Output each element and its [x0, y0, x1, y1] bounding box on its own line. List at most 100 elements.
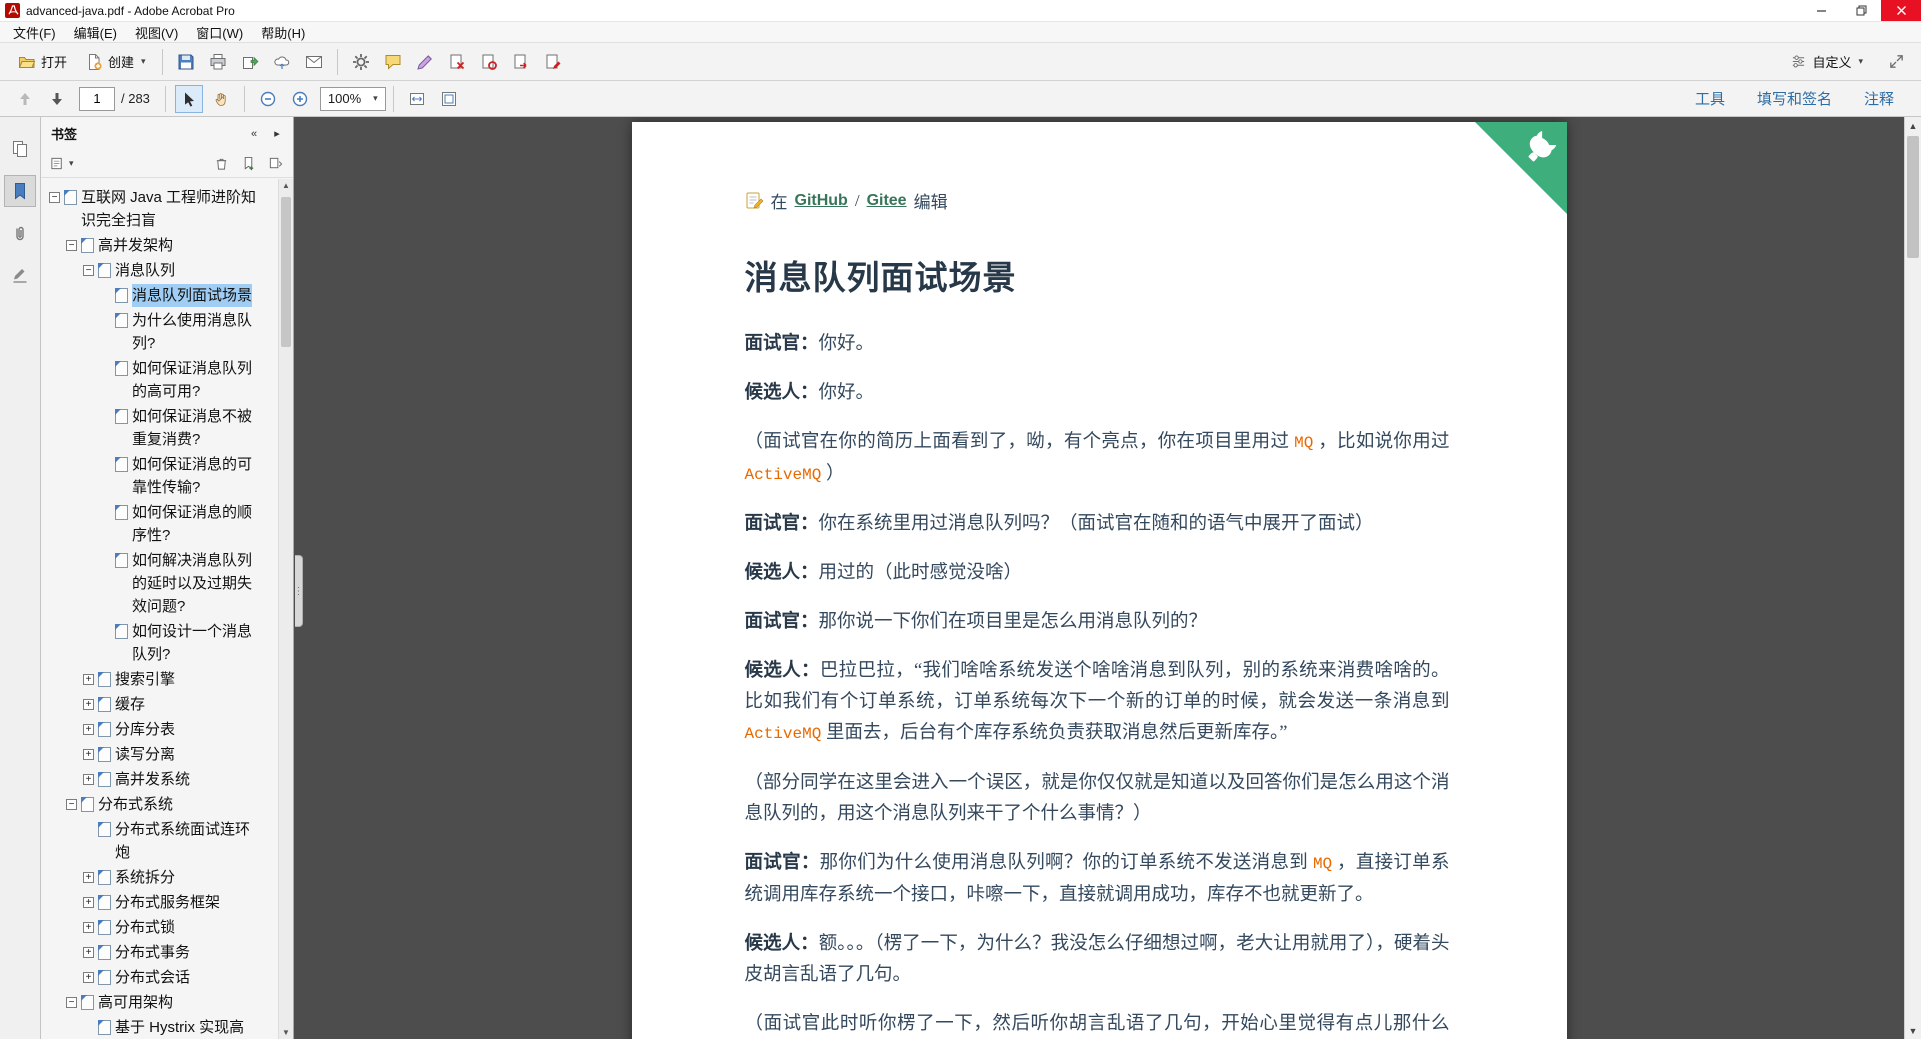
main-scroll-thumb[interactable]: [1907, 136, 1919, 258]
scroll-down-button[interactable]: ▼: [1905, 1022, 1921, 1039]
page-thumbnails-button[interactable]: [4, 133, 36, 165]
close-button[interactable]: [1881, 0, 1921, 21]
expand-node-icon[interactable]: +: [83, 947, 94, 958]
minimize-button[interactable]: [1801, 0, 1841, 21]
collapse-node-icon[interactable]: −: [66, 240, 77, 251]
bookmark-item[interactable]: − 消息队列: [41, 259, 259, 282]
bookmarks-scroll-thumb[interactable]: [281, 197, 291, 347]
scroll-up-icon[interactable]: ▲: [282, 181, 290, 190]
page-mark-button[interactable]: [475, 48, 503, 76]
next-page-button[interactable]: [43, 85, 71, 113]
expand-node-icon[interactable]: +: [83, 872, 94, 883]
fit-page-button[interactable]: [435, 85, 463, 113]
bookmark-item[interactable]: + 系统拆分: [41, 866, 259, 889]
menu-edit[interactable]: 编辑(E): [65, 22, 126, 42]
expand-bookmarks-button[interactable]: [265, 154, 285, 174]
selection-tool-button[interactable]: [174, 84, 203, 113]
attachments-pane-button[interactable]: [4, 217, 36, 249]
options-list-icon: [50, 156, 65, 171]
open-button[interactable]: 打开: [9, 47, 76, 76]
bookmark-item[interactable]: 基于 Hystrix 实现高可...: [41, 1016, 259, 1039]
menu-window[interactable]: 窗口(W): [187, 22, 252, 42]
expand-node-icon[interactable]: +: [83, 699, 94, 710]
bookmark-item[interactable]: 如何解决消息队列的延时以及过期失效问题?: [41, 549, 259, 618]
bookmarks-pane-button[interactable]: [4, 175, 36, 207]
scroll-down-icon[interactable]: ▼: [282, 1028, 290, 1037]
github-edit-link[interactable]: GitHub: [795, 192, 848, 210]
bookmark-item[interactable]: + 搜索引擎: [41, 668, 259, 691]
hand-tool-button[interactable]: [207, 85, 235, 113]
save-button[interactable]: [172, 48, 200, 76]
expand-node-icon[interactable]: +: [83, 922, 94, 933]
bookmark-item[interactable]: 消息队列面试场景: [41, 284, 259, 307]
restore-button[interactable]: [1841, 0, 1881, 21]
collapse-node-icon[interactable]: −: [66, 997, 77, 1008]
share-button[interactable]: [236, 48, 264, 76]
bookmark-item[interactable]: − 互联网 Java 工程师进阶知识完全扫盲: [41, 186, 259, 232]
bookmark-item[interactable]: + 分布式会话: [41, 966, 259, 989]
bookmark-item[interactable]: + 分库分表: [41, 718, 259, 741]
bookmark-item[interactable]: 如何设计一个消息队列?: [41, 620, 259, 666]
panel-resize-grip[interactable]: ⋮: [294, 555, 304, 627]
fill-sign-pane-button[interactable]: 填写和签名: [1757, 88, 1832, 109]
bookmarks-options-button[interactable]: ▾: [49, 154, 75, 174]
expand-node-icon[interactable]: +: [83, 674, 94, 685]
collapse-node-icon[interactable]: −: [49, 192, 60, 203]
page-delete-button[interactable]: [443, 48, 471, 76]
zoom-out-button[interactable]: [254, 85, 282, 113]
bookmark-item[interactable]: + 分布式事务: [41, 941, 259, 964]
email-button[interactable]: [300, 48, 328, 76]
page-number-input[interactable]: [79, 86, 115, 111]
collapse-panel-button[interactable]: «: [244, 124, 264, 144]
expand-toolbar-button[interactable]: [1882, 48, 1910, 76]
main-scrollbar[interactable]: ▲ ▼: [1904, 117, 1921, 1039]
bookmark-item[interactable]: 如何保证消息不被重复消费?: [41, 405, 259, 451]
bookmark-item[interactable]: 分布式系统面试连环炮: [41, 818, 259, 864]
create-button[interactable]: 创建 ▾: [76, 47, 155, 76]
bookmark-item[interactable]: + 分布式锁: [41, 916, 259, 939]
comment-pane-button[interactable]: 注释: [1864, 88, 1894, 109]
github-corner-ribbon[interactable]: [1474, 122, 1567, 214]
collapse-node-icon[interactable]: −: [66, 799, 77, 810]
scroll-up-button[interactable]: ▲: [1905, 117, 1921, 134]
print-button[interactable]: [204, 48, 232, 76]
bookmark-item[interactable]: − 分布式系统: [41, 793, 259, 816]
bookmarks-scrollbar[interactable]: ▲ ▼: [278, 179, 293, 1039]
page-edit-button[interactable]: [539, 48, 567, 76]
bookmark-item[interactable]: 如何保证消息的顺序性?: [41, 501, 259, 547]
bookmark-item[interactable]: + 缓存: [41, 693, 259, 716]
gitee-edit-link[interactable]: Gitee: [867, 192, 907, 210]
previous-page-button[interactable]: [11, 85, 39, 113]
delete-bookmark-button[interactable]: [211, 154, 231, 174]
bookmark-item[interactable]: 为什么使用消息队列?: [41, 309, 259, 355]
tools-pane-button[interactable]: 工具: [1695, 88, 1725, 109]
expand-node-icon[interactable]: +: [83, 774, 94, 785]
panel-menu-button[interactable]: ▸: [267, 124, 287, 144]
bookmark-item[interactable]: 如何保证消息队列的高可用?: [41, 357, 259, 403]
fit-width-button[interactable]: [403, 85, 431, 113]
expand-node-icon[interactable]: +: [83, 724, 94, 735]
expand-node-icon[interactable]: +: [83, 897, 94, 908]
menu-view[interactable]: 视图(V): [126, 22, 187, 42]
bookmark-item[interactable]: + 高并发系统: [41, 768, 259, 791]
menu-file[interactable]: 文件(F): [4, 22, 65, 42]
fill-sign-tool-button[interactable]: [411, 48, 439, 76]
bookmark-item[interactable]: − 高可用架构: [41, 991, 259, 1014]
expand-node-icon[interactable]: +: [83, 749, 94, 760]
upload-cloud-button[interactable]: [268, 48, 296, 76]
signatures-pane-button[interactable]: [4, 259, 36, 291]
new-bookmark-button[interactable]: [238, 154, 258, 174]
page-export-button[interactable]: [507, 48, 535, 76]
bookmark-item[interactable]: 如何保证消息的可靠性传输?: [41, 453, 259, 499]
customize-button[interactable]: 自定义 ▾: [1781, 47, 1872, 76]
settings-button[interactable]: [347, 48, 375, 76]
collapse-node-icon[interactable]: −: [83, 265, 94, 276]
bookmark-item[interactable]: + 分布式服务框架: [41, 891, 259, 914]
bookmark-item[interactable]: − 高并发架构: [41, 234, 259, 257]
bookmark-item[interactable]: + 读写分离: [41, 743, 259, 766]
menu-help[interactable]: 帮助(H): [252, 22, 314, 42]
expand-node-icon[interactable]: +: [83, 972, 94, 983]
comment-tool-button[interactable]: [379, 48, 407, 76]
zoom-in-button[interactable]: [286, 85, 314, 113]
zoom-level-select[interactable]: 100% ▾: [319, 86, 386, 111]
